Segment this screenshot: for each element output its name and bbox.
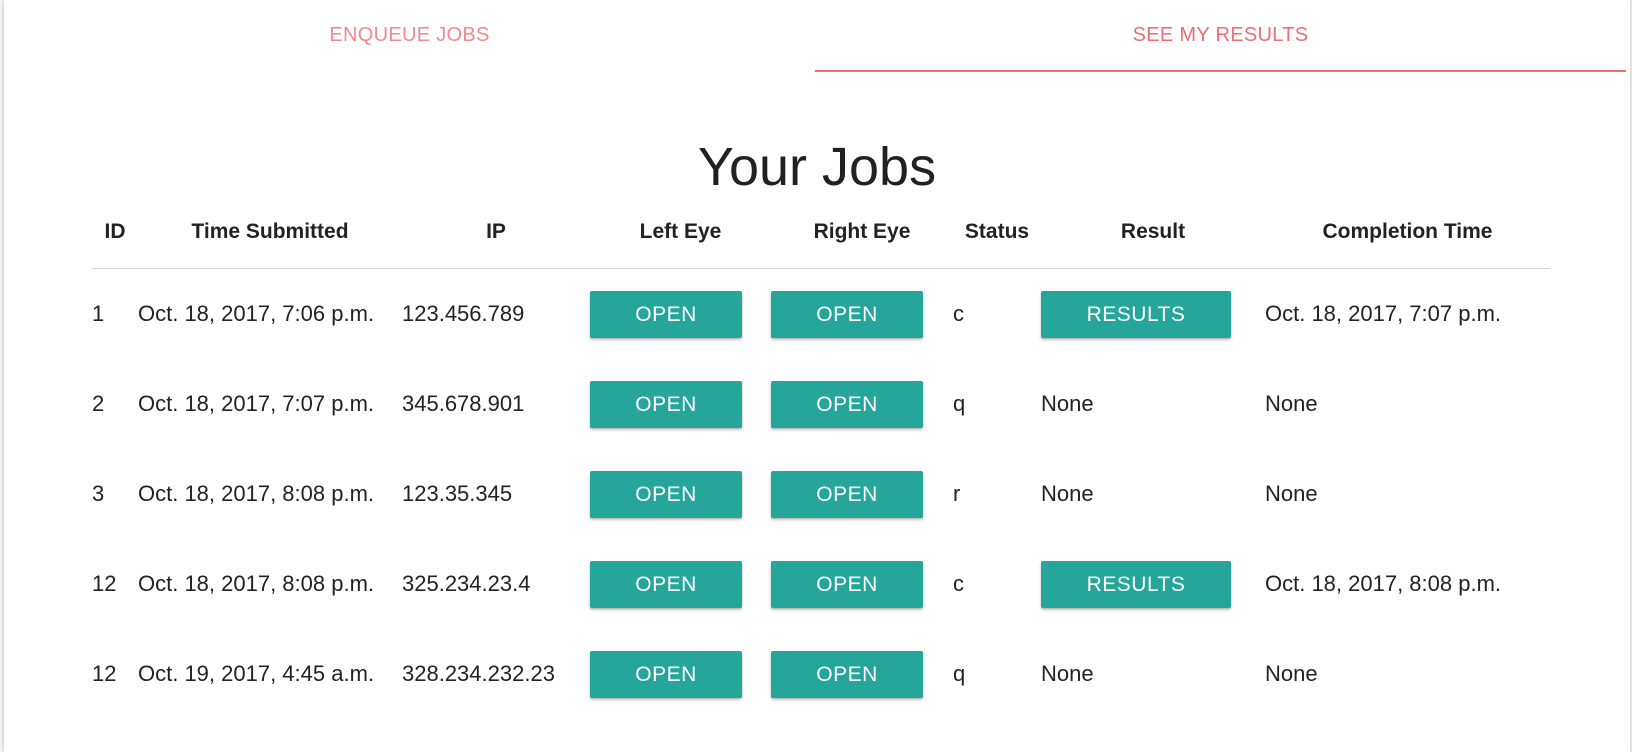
cell-status: c — [953, 571, 964, 596]
cell-completion-time: Oct. 18, 2017, 8:08 p.m. — [1265, 571, 1502, 596]
column-header-ip: IP — [402, 196, 590, 269]
cell-left-eye: OPEN — [590, 449, 771, 539]
page-title: Your Jobs — [697, 137, 937, 198]
cell-result: RESULTS — [1041, 269, 1265, 360]
table-header-row: ID Time Submitted IP Left Eye Right Eye … — [92, 196, 1550, 269]
cell-id: 12 — [92, 661, 117, 686]
cell-ip: 345.678.901 — [402, 391, 525, 416]
tab-enqueue-jobs[interactable]: ENQUEUE JOBS — [4, 0, 815, 72]
cell-left-eye: OPEN — [590, 629, 771, 719]
jobs-table: ID Time Submitted IP Left Eye Right Eye … — [92, 196, 1550, 719]
results-button[interactable]: RESULTS — [1041, 560, 1231, 608]
cell-time-submitted: Oct. 19, 2017, 4:45 a.m. — [138, 661, 375, 686]
cell-left-eye: OPEN — [590, 539, 771, 629]
cell-ip: 123.35.345 — [402, 481, 513, 506]
table-row: 12 Oct. 18, 2017, 8:08 p.m. 325.234.23.4 OP… — [92, 539, 1550, 629]
left-eye-open-button[interactable]: OPEN — [590, 650, 742, 698]
cell-left-eye: OPEN — [590, 359, 771, 449]
cell-right-eye: OPEN — [771, 359, 953, 449]
cell-right-eye: OPEN — [771, 269, 953, 360]
cell-ip: 328.234.232.23 — [402, 661, 555, 686]
column-header-right-eye: Right Eye — [771, 196, 953, 269]
cell-completion-time: None — [1265, 481, 1318, 506]
results-button[interactable]: RESULTS — [1041, 290, 1231, 338]
tab-label: ENQUEUE JOBS — [329, 23, 490, 46]
column-header-left-eye: Left Eye — [590, 196, 771, 269]
cell-id: 3 — [92, 481, 105, 506]
left-eye-open-button[interactable]: OPEN — [590, 290, 742, 338]
cell-result: None — [1041, 391, 1094, 416]
right-eye-open-button[interactable]: OPEN — [771, 470, 923, 518]
cell-status: c — [953, 301, 964, 326]
cell-time-submitted: Oct. 18, 2017, 8:08 p.m. — [138, 571, 375, 596]
cell-id: 12 — [92, 571, 117, 596]
right-eye-open-button[interactable]: OPEN — [771, 380, 923, 428]
right-eye-open-button[interactable]: OPEN — [771, 560, 923, 608]
left-eye-open-button[interactable]: OPEN — [590, 560, 742, 608]
table-row: 3 Oct. 18, 2017, 8:08 p.m. 123.35.345 OPEN O… — [92, 449, 1550, 539]
table-row: 12 Oct. 19, 2017, 4:45 a.m. 328.234.232.23… — [92, 629, 1550, 719]
column-header-status: Status — [953, 196, 1041, 269]
column-header-completion-time: Completion Time — [1265, 196, 1550, 269]
cell-result: None — [1041, 661, 1094, 686]
cell-completion-time: None — [1265, 661, 1318, 686]
column-header-result: Result — [1041, 196, 1265, 269]
tab-bar: ENQUEUE JOBS SEE MY RESULTS — [4, 0, 1626, 72]
right-eye-open-button[interactable]: OPEN — [771, 650, 923, 698]
cell-completion-time: Oct. 18, 2017, 7:07 p.m. — [1265, 301, 1502, 326]
cell-ip: 123.456.789 — [402, 301, 525, 326]
column-header-time-submitted: Time Submitted — [138, 196, 402, 269]
cell-status: q — [953, 661, 966, 686]
cell-id: 1 — [92, 301, 105, 326]
cell-result: RESULTS — [1041, 539, 1265, 629]
right-eye-open-button[interactable]: OPEN — [771, 290, 923, 338]
cell-ip: 325.234.23.4 — [402, 571, 531, 596]
tab-label: SEE MY RESULTS — [1132, 23, 1309, 46]
cell-right-eye: OPEN — [771, 629, 953, 719]
cell-right-eye: OPEN — [771, 449, 953, 539]
cell-right-eye: OPEN — [771, 539, 953, 629]
cell-id: 2 — [92, 391, 105, 416]
tab-see-my-results[interactable]: SEE MY RESULTS — [815, 0, 1626, 72]
cell-status: q — [953, 391, 966, 416]
cell-time-submitted: Oct. 18, 2017, 7:07 p.m. — [138, 391, 375, 416]
cell-status: r — [953, 481, 961, 506]
table-row: 1 Oct. 18, 2017, 7:06 p.m. 123.456.789 OPEN… — [92, 269, 1550, 360]
table-body: 1 Oct. 18, 2017, 7:06 p.m. 123.456.789 OPEN… — [92, 269, 1550, 720]
cell-time-submitted: Oct. 18, 2017, 8:08 p.m. — [138, 481, 375, 506]
column-header-id: ID — [92, 196, 138, 269]
cell-completion-time: None — [1265, 391, 1318, 416]
left-eye-open-button[interactable]: OPEN — [590, 470, 742, 518]
page: ENQUEUE JOBS SEE MY RESULTS Your Jobs ID… — [4, 0, 1630, 752]
cell-result: None — [1041, 481, 1094, 506]
table-row: 2 Oct. 18, 2017, 7:07 p.m. 345.678.901 OPEN… — [92, 359, 1550, 449]
cell-left-eye: OPEN — [590, 269, 771, 360]
left-eye-open-button[interactable]: OPEN — [590, 380, 742, 428]
cell-time-submitted: Oct. 18, 2017, 7:06 p.m. — [138, 301, 375, 326]
